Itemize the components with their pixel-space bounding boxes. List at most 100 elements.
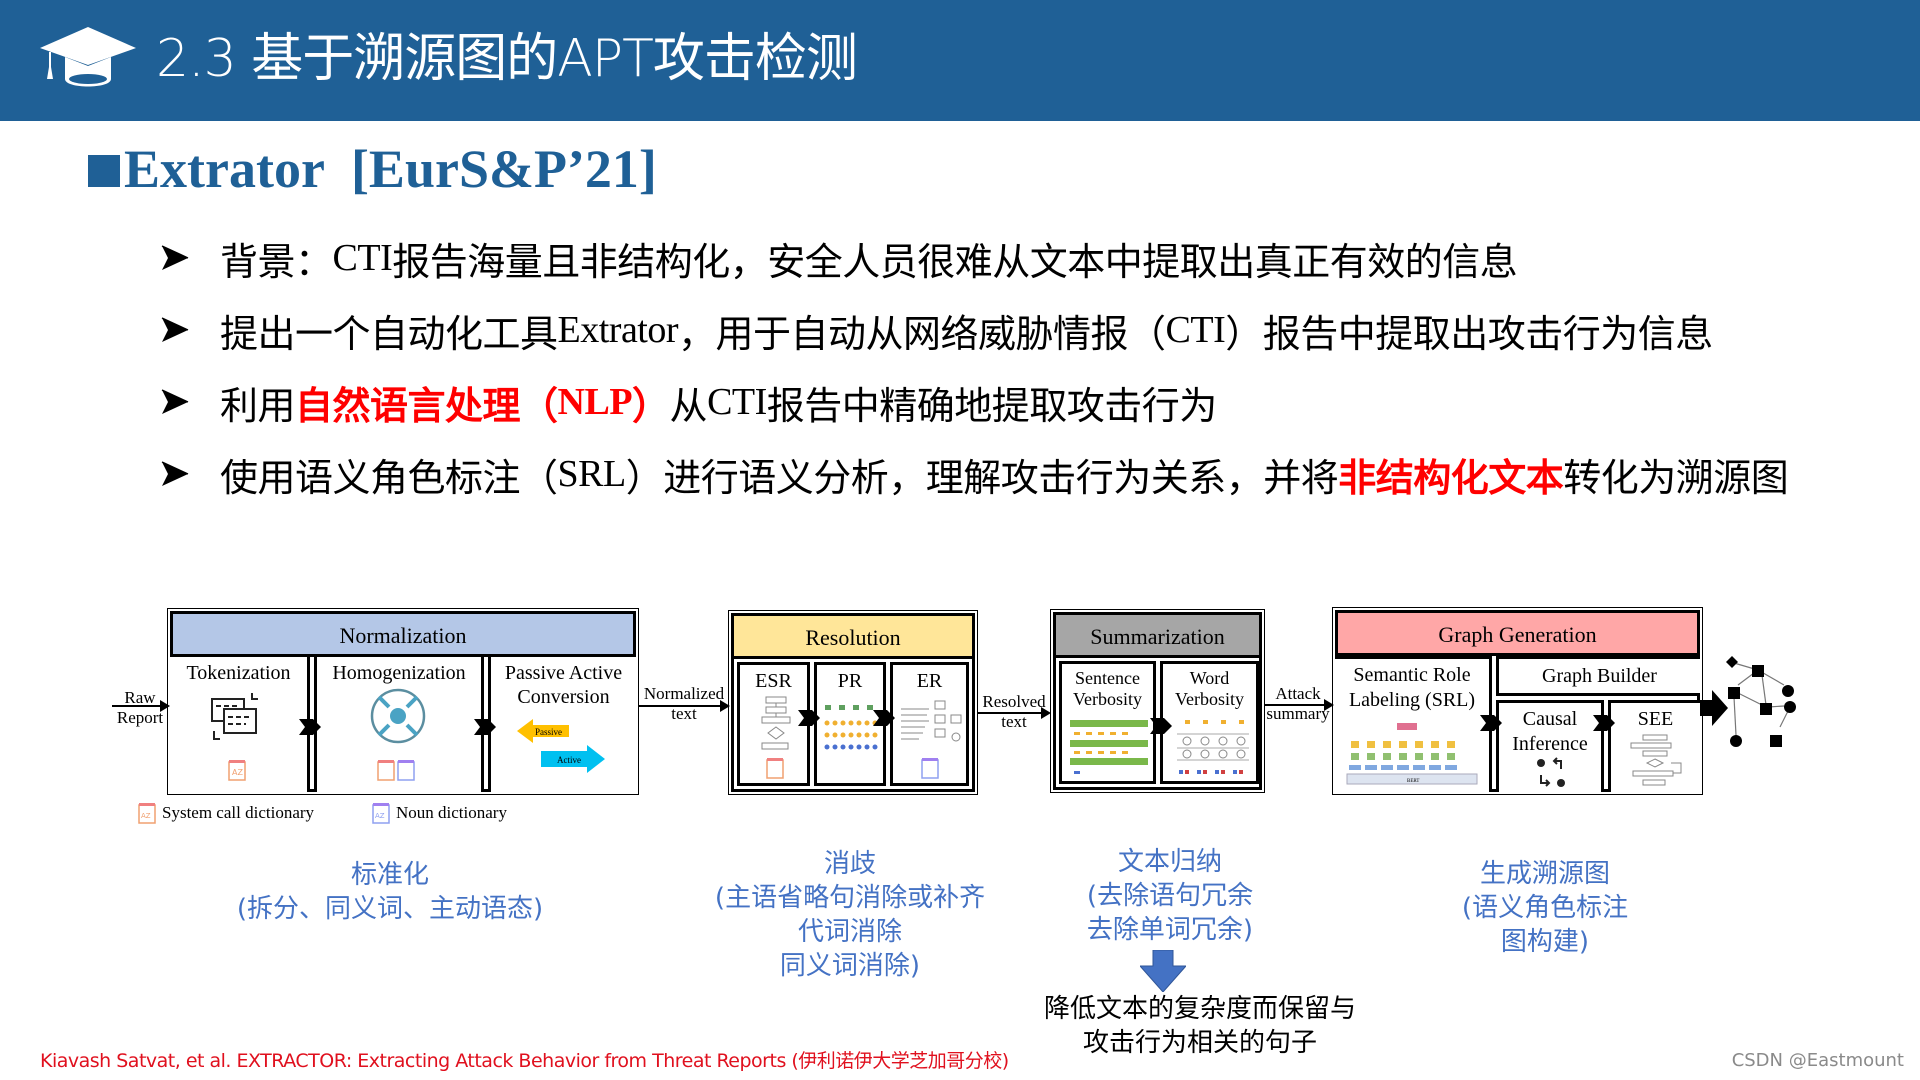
legend-system-call-dictionary: AZ System call dictionary [138, 802, 314, 824]
provenance-graph-icon [1726, 656, 1796, 747]
substep-label: Semantic Role Labeling (SRL) [1348, 664, 1476, 711]
citation: Kiavash Satvat, et al. EXTRACTOR: Extrac… [40, 1050, 1009, 1072]
chevron-arrow [474, 719, 496, 735]
substep-label: SEE [1637, 708, 1674, 730]
label-line: Normalized [643, 684, 725, 703]
stage-normalization: Normalization Tokenization AZ Homogeniza… [167, 608, 639, 795]
legend-label: System call dictionary [162, 803, 315, 822]
section-title: Extrator [EurS&P’21] [124, 139, 657, 199]
substep-er: ER [890, 662, 969, 786]
caption-graph-generation: 生成溯源图 (语义角色标注 图构建) [1420, 857, 1670, 959]
system-call-dictionary-icon: AZ [138, 803, 156, 824]
transformer-icon [1070, 720, 1148, 774]
caption-line: 文本归纳 [1117, 847, 1222, 877]
substep-label: Tokenization [186, 662, 291, 684]
flow-arrowhead [1324, 699, 1334, 711]
system-call-dictionary-icon [766, 758, 784, 779]
caption-line: (拆分、同义词、主动语态) [236, 894, 544, 924]
caption-line: (主语省略句消除或补齐 [714, 883, 986, 913]
chevron-arrow [1150, 718, 1172, 734]
substep-homogenization: Homogenization [314, 654, 484, 792]
chevron-arrow [1593, 715, 1615, 731]
substep-see: SEE [1608, 700, 1700, 792]
chevron-arrow [798, 710, 820, 726]
flow-arrowhead [1041, 707, 1051, 719]
caption-summarization: 文本归纳 (去除语句冗余 去除单词冗余) [1040, 845, 1300, 947]
bullet-text: CTI [332, 237, 393, 279]
legend-label: Noun dictionary [396, 803, 507, 822]
bullet-text: SRL [557, 453, 627, 495]
arrow-bullet-icon [161, 245, 189, 270]
watermark: CSDN @Eastmount [1731, 1050, 1904, 1071]
substep-causal-inference: Causal Inference [1496, 700, 1604, 792]
passive-label: Passive [535, 727, 562, 737]
summary-note: 降低文本的复杂度而保留与 攻击行为相关的句子 [1010, 992, 1390, 1060]
stage-band-summarization: Summarization [1056, 615, 1259, 658]
flow-line [1264, 704, 1326, 706]
highlighted-text: ） [632, 383, 670, 428]
substep-label: ESR [755, 670, 792, 692]
tokenization-icon [211, 693, 258, 740]
section-heading: Extrator [EurS&P’21] [88, 138, 657, 200]
substep-label: Homogenization [332, 662, 466, 684]
chevron-arrow [1480, 715, 1502, 731]
bullet-item: 背景： CTI 报告海量且非结构化，安全人员很难从文本中提取出真正有效的信息 [160, 222, 1788, 294]
caption-line: 去除单词冗余) [1086, 915, 1254, 945]
causal-gears-icon [1537, 757, 1565, 787]
substep-label: Sentence Verbosity [1073, 668, 1142, 709]
bullet-text: 使用语义角色标注（ [220, 455, 558, 500]
highlighted-text: 非结构化文本 [1338, 455, 1564, 500]
highlighted-text: 自然语言处理（ [295, 383, 558, 428]
flow-line [977, 712, 1043, 714]
svg-text:AZ: AZ [375, 812, 385, 820]
arrow-bullet-icon [161, 461, 189, 486]
substep-label: Word Verbosity [1175, 668, 1244, 709]
svg-text:AZ: AZ [232, 768, 243, 777]
substep-label: PR [837, 670, 863, 692]
svg-text:AZ: AZ [141, 812, 151, 820]
substep-label: Graph Builder [1542, 665, 1657, 687]
flow-line [638, 705, 722, 707]
chevron-arrow [873, 710, 895, 726]
system-call-dictionary-icon: AZ [228, 760, 246, 781]
caption-line: 代词消除 [797, 917, 902, 947]
stage-summarization: Summarization Sentence Verbosity Word Ve… [1050, 609, 1265, 793]
substep-label: Passive Active Conversion [504, 662, 623, 708]
stage-graph-generation: Graph Generation Semantic Role Labeling … [1332, 607, 1703, 795]
flow-arrowhead [720, 700, 730, 712]
noun-dictionary-icon: AZ [372, 803, 390, 824]
attention-network-icon [1177, 720, 1249, 774]
bullet-text: 报告中精确地提取攻击行为 [766, 383, 1218, 428]
substep-tokenization: Tokenization AZ [170, 654, 310, 792]
substep-srl: Semantic Role Labeling (SRL) BERT [1335, 656, 1492, 792]
label-line: text [671, 704, 697, 723]
caption-normalization: 标准化 (拆分、同义词、主动语态) [190, 858, 590, 926]
bullet-item: 提出一个自动化工具 Extrator ，用于自动从网络威胁情报（ CTI ）报告中提取出… [160, 294, 1788, 366]
arrow-bullet-icon [161, 317, 189, 342]
bullet-text: ，用于自动从网络威胁情报（ [678, 311, 1166, 356]
bullet-list: 背景： CTI 报告海量且非结构化，安全人员很难从文本中提取出真正有效的信息 提出一个… [160, 222, 1789, 510]
homogenization-icon [370, 688, 426, 744]
slide-header: 2.3 基于溯源图的APT攻击检测 [0, 0, 1920, 121]
caption-line: (语义角色标注 [1461, 893, 1629, 923]
bullet-item: 使用语义角色标注（ SRL ）进行语义分析，理解攻击行为关系，并将 非结构化文本 转化为… [160, 438, 1789, 510]
caption-line: 生成溯源图 [1479, 859, 1610, 889]
bullet-text: ）报告中提取出攻击行为信息 [1225, 311, 1713, 356]
caption-resolution: 消歧 (主语省略句消除或补齐 代词消除 同义词消除) [700, 847, 1000, 983]
dictionary-icons [377, 760, 415, 781]
bullet-text: Extrator [557, 309, 679, 351]
caption-line: 同义词消除) [779, 951, 921, 981]
input-arrow-line [112, 705, 162, 707]
arrow-bullet-icon [161, 389, 189, 414]
stage-band-graph-generation: Graph Generation [1338, 613, 1697, 656]
bullet-item: 利用 自然语言处理（ NLP）从 CTI 报告中精确地提取攻击行为 [160, 366, 1788, 438]
square-bullet-icon [88, 155, 120, 187]
legend-noun-dictionary: AZ Noun dictionary [372, 802, 507, 824]
bert-label: BERT [1407, 779, 1419, 784]
bullet-text: ）进行语义分析，理解攻击行为关系，并将 [625, 455, 1339, 500]
input-arrowhead [160, 700, 170, 712]
substep-sentence-verbosity: Sentence Verbosity [1059, 661, 1156, 784]
substep-graph-builder: Graph Builder [1496, 656, 1700, 696]
stage-band-resolution: Resolution [734, 616, 972, 659]
bullet-text: 报告海量且非结构化，安全人员很难从文本中提取出真正有效的信息 [392, 239, 1518, 284]
